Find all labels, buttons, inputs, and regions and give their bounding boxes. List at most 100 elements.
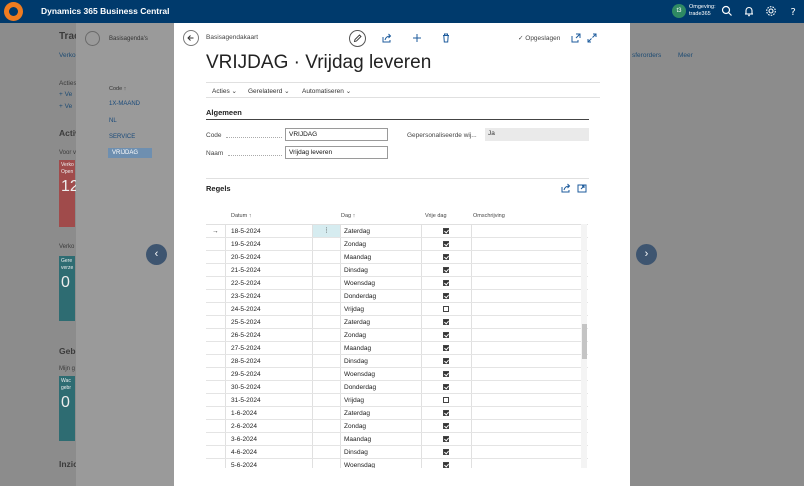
date-cell[interactable]: 30-5-2024	[231, 384, 261, 391]
table-row[interactable]: 21-5-2024 Dinsdag	[206, 264, 588, 277]
free-day-checkbox[interactable]	[443, 384, 449, 390]
free-day-checkbox[interactable]	[443, 371, 449, 377]
free-day-checkbox[interactable]	[443, 241, 449, 247]
open-in-new-window-icon[interactable]	[576, 182, 588, 194]
free-day-checkbox[interactable]	[443, 436, 449, 442]
table-row[interactable]: 26-5-2024 Zondag	[206, 329, 588, 342]
name-field[interactable]: Vrijdag leveren	[285, 146, 388, 159]
next-record-button[interactable]: ›	[636, 244, 657, 265]
saved-status: ✓ Opgeslagen	[518, 35, 561, 42]
table-row[interactable]: 23-5-2024 Donderdag	[206, 290, 588, 303]
date-cell[interactable]: 23-5-2024	[231, 293, 261, 300]
pencil-icon[interactable]	[349, 30, 366, 47]
app-logo[interactable]	[4, 2, 23, 21]
bell-icon[interactable]	[742, 4, 756, 18]
code-field[interactable]: VRIJDAG	[285, 128, 388, 141]
share-icon[interactable]	[560, 182, 572, 194]
free-day-checkbox[interactable]	[443, 358, 449, 364]
date-cell[interactable]: 22-5-2024	[231, 280, 261, 287]
date-cell[interactable]: 21-5-2024	[231, 267, 261, 274]
table-row[interactable]: 3-6-2024 Maandag	[206, 433, 588, 446]
column-header-date[interactable]: Datum ↑	[231, 213, 251, 219]
day-cell: Zaterdag	[344, 228, 371, 235]
table-row[interactable]: 24-5-2024 Vrijdag	[206, 303, 588, 316]
list-item-selected[interactable]: VRIJDAG	[108, 148, 152, 158]
day-cell: Donderdag	[344, 293, 377, 300]
environment-avatar[interactable]: t3	[672, 4, 686, 18]
open-in-new-window-icon[interactable]	[570, 32, 582, 44]
table-row[interactable]: 28-5-2024 Dinsdag	[206, 355, 588, 368]
back-arrow-icon[interactable]	[85, 31, 100, 46]
date-cell[interactable]: 26-5-2024	[231, 332, 261, 339]
column-header-free-day[interactable]: Vrije dag	[425, 213, 447, 219]
trash-icon[interactable]	[440, 32, 452, 44]
section-general-header[interactable]: Algemeen	[206, 108, 242, 117]
table-row[interactable]: 1-6-2024 Zaterdag	[206, 407, 588, 420]
table-row[interactable]: 25-5-2024 Zaterdag	[206, 316, 588, 329]
date-cell[interactable]: 27-5-2024	[231, 345, 261, 352]
free-day-checkbox[interactable]	[443, 267, 449, 273]
date-cell[interactable]: 20-5-2024	[231, 254, 261, 261]
help-icon[interactable]: ?	[786, 4, 800, 18]
date-cell[interactable]: 24-5-2024	[231, 306, 261, 313]
app-title[interactable]: Dynamics 365 Business Central	[41, 6, 170, 16]
free-day-checkbox[interactable]	[443, 293, 449, 299]
free-day-checkbox[interactable]	[443, 228, 449, 234]
list-item[interactable]: SERVICE	[109, 134, 135, 140]
grid-scrollbar[interactable]	[581, 224, 587, 468]
table-row[interactable]: 30-5-2024 Donderdag	[206, 381, 588, 394]
table-row[interactable]: → ⋮ 18-5-2024 Zaterdag	[206, 225, 588, 238]
share-icon[interactable]	[381, 32, 393, 44]
column-header-description[interactable]: Omschrijving	[473, 213, 505, 219]
date-cell[interactable]: 25-5-2024	[231, 319, 261, 326]
free-day-checkbox[interactable]	[443, 332, 449, 338]
table-row[interactable]: 4-6-2024 Dinsdag	[206, 446, 588, 459]
date-cell[interactable]: 5-6-2024	[231, 462, 257, 468]
actions-menu[interactable]: Acties ⌄	[212, 87, 237, 95]
back-arrow-icon[interactable]	[183, 30, 199, 46]
free-day-checkbox[interactable]	[443, 423, 449, 429]
scrollbar-thumb[interactable]	[582, 324, 587, 359]
field-leader	[228, 155, 282, 156]
expand-icon[interactable]	[586, 32, 598, 44]
free-day-checkbox[interactable]	[443, 462, 449, 468]
table-row[interactable]: 29-5-2024 Woensdag	[206, 368, 588, 381]
column-header-day[interactable]: Dag ↑	[341, 213, 355, 219]
related-menu[interactable]: Gerelateerd ⌄	[248, 87, 290, 95]
table-row[interactable]: 31-5-2024 Vrijdag	[206, 394, 588, 407]
free-day-checkbox[interactable]	[443, 254, 449, 260]
free-day-checkbox[interactable]	[443, 345, 449, 351]
date-cell[interactable]: 28-5-2024	[231, 358, 261, 365]
section-divider	[206, 178, 589, 179]
table-row[interactable]: 20-5-2024 Maandag	[206, 251, 588, 264]
date-cell[interactable]: 2-6-2024	[231, 423, 257, 430]
date-cell[interactable]: 3-6-2024	[231, 436, 257, 443]
table-row[interactable]: 22-5-2024 Woensdag	[206, 277, 588, 290]
list-item[interactable]: 1X-MAAND	[109, 101, 140, 107]
free-day-checkbox[interactable]	[443, 280, 449, 286]
gear-icon[interactable]	[764, 4, 778, 18]
date-cell[interactable]: 29-5-2024	[231, 371, 261, 378]
free-day-checkbox[interactable]	[443, 449, 449, 455]
section-lines-header[interactable]: Regels	[206, 184, 231, 193]
plus-icon[interactable]	[411, 32, 423, 44]
table-row[interactable]: 2-6-2024 Zondag	[206, 420, 588, 433]
table-row[interactable]: 5-6-2024 Woensdag	[206, 459, 588, 468]
automate-menu[interactable]: Automatiseren ⌄	[302, 87, 351, 95]
free-day-checkbox[interactable]	[443, 397, 449, 403]
date-cell[interactable]: 1-6-2024	[231, 410, 257, 417]
free-day-checkbox[interactable]	[443, 306, 449, 312]
search-icon[interactable]	[720, 4, 734, 18]
environment-label[interactable]: Omgeving: trade365	[689, 4, 716, 18]
date-cell[interactable]: 18-5-2024	[231, 228, 261, 235]
date-cell[interactable]: 19-5-2024	[231, 241, 261, 248]
table-row[interactable]: 27-5-2024 Maandag	[206, 342, 588, 355]
row-menu-button[interactable]: ⋮	[313, 225, 340, 237]
list-item[interactable]: NL	[109, 118, 117, 124]
table-row[interactable]: 19-5-2024 Zondag	[206, 238, 588, 251]
date-cell[interactable]: 4-6-2024	[231, 449, 257, 456]
free-day-checkbox[interactable]	[443, 319, 449, 325]
previous-record-button[interactable]: ‹	[146, 244, 167, 265]
free-day-checkbox[interactable]	[443, 410, 449, 416]
date-cell[interactable]: 31-5-2024	[231, 397, 261, 404]
